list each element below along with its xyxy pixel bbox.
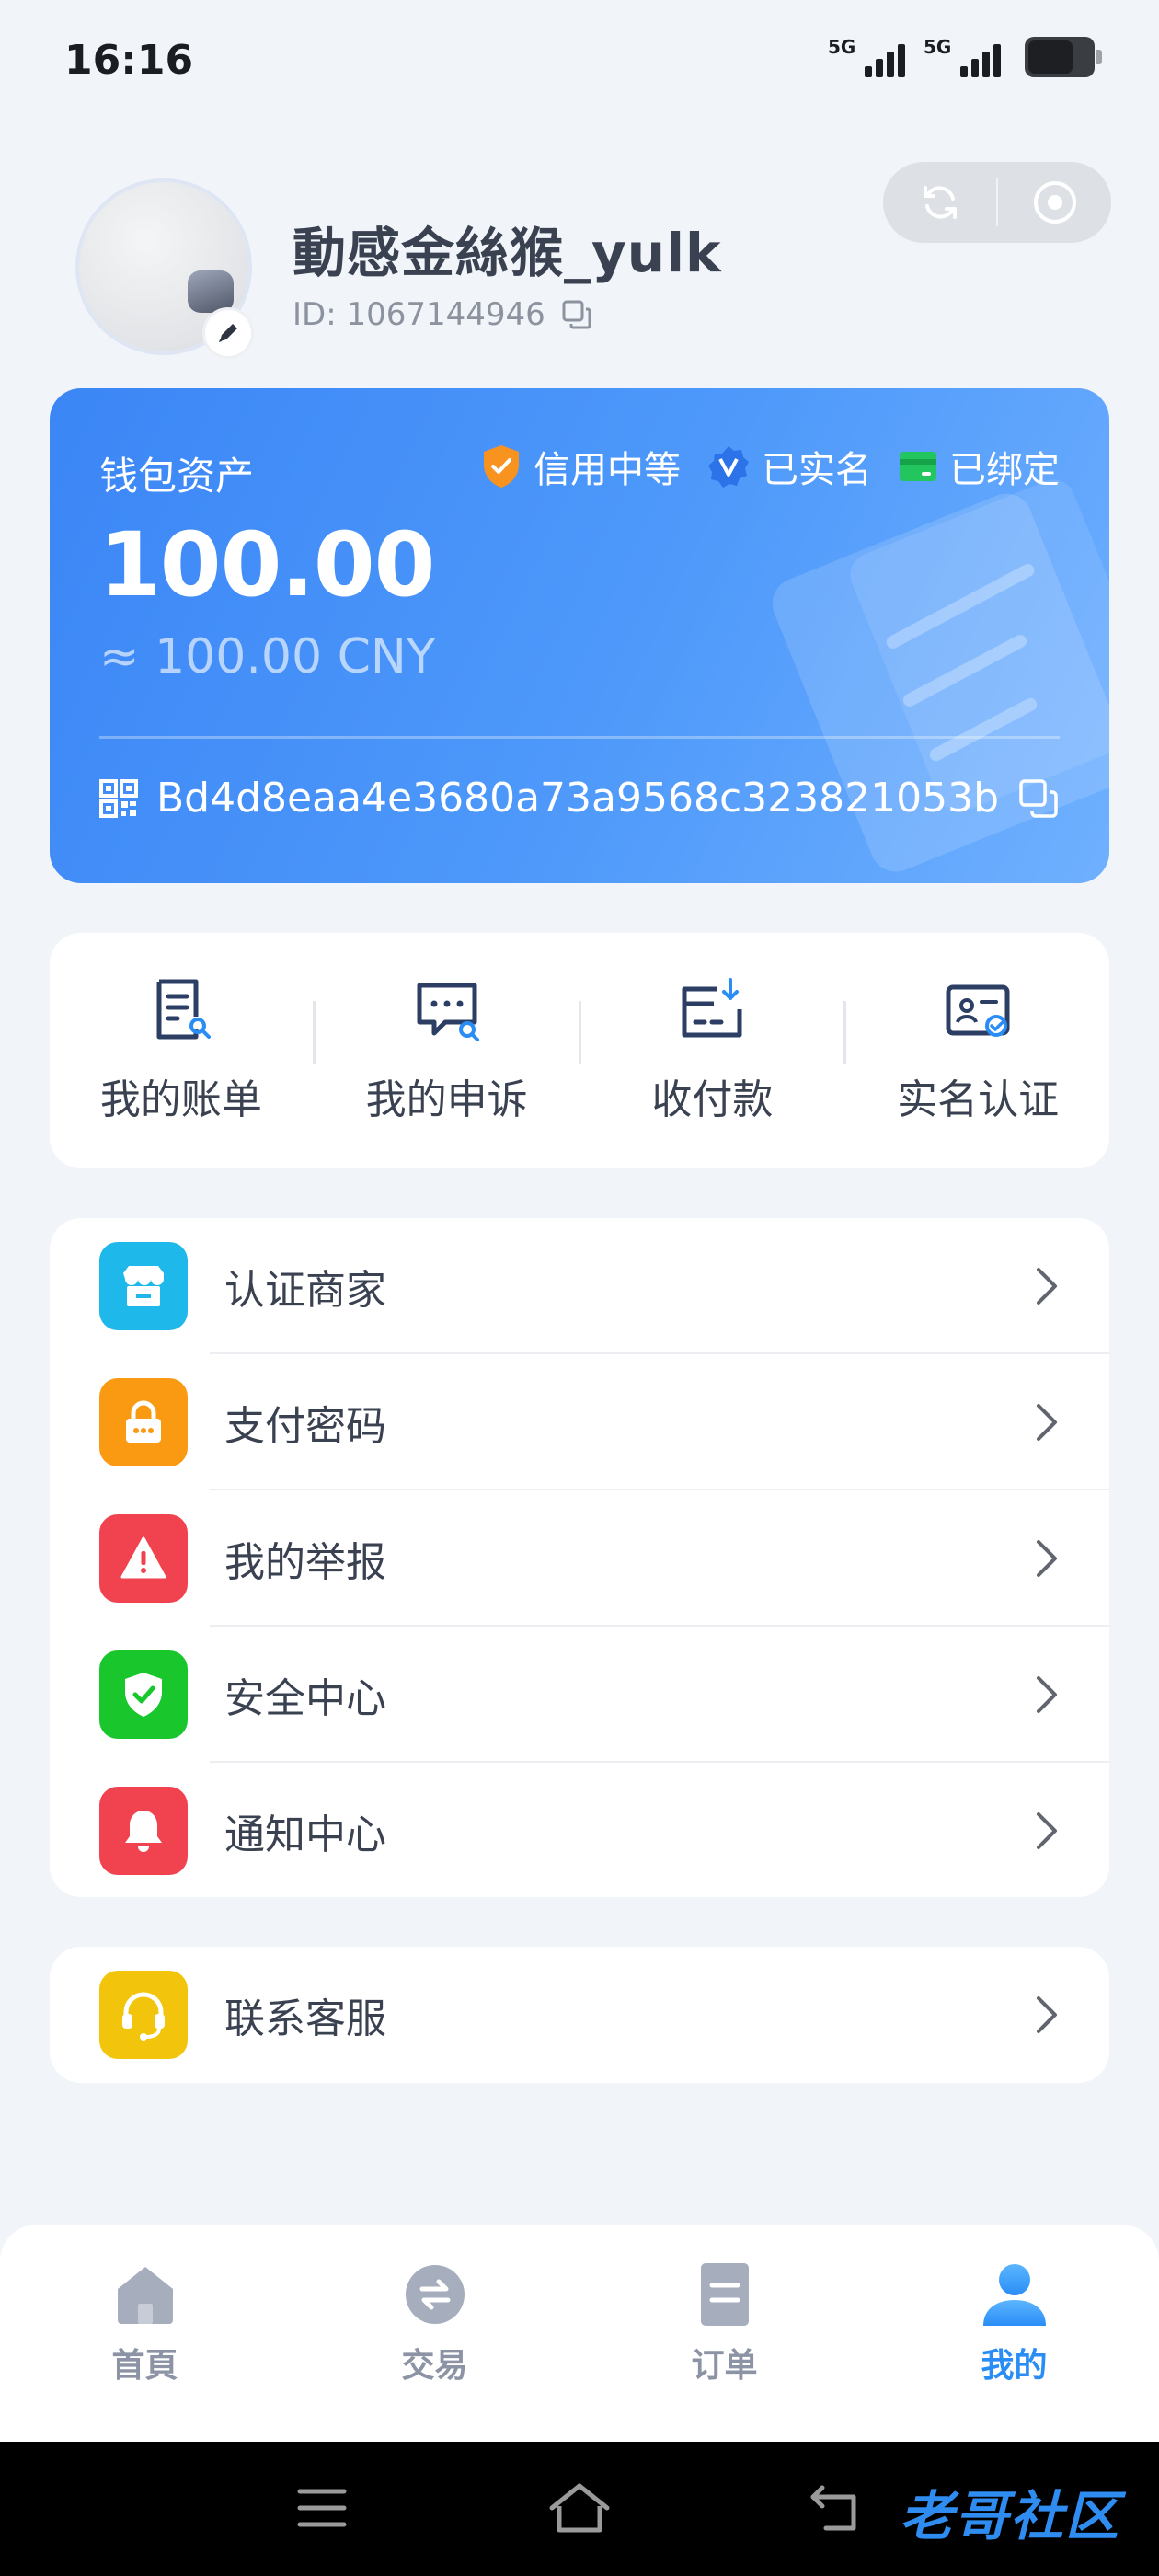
bell-icon (99, 1787, 188, 1875)
edit-avatar-button[interactable] (202, 307, 254, 359)
wallet-address-row: Bd4d8eaa4e3680a73a9568c323821053b (99, 775, 1060, 822)
menu-item-label: 安全中心 (224, 1675, 386, 1722)
refresh-button[interactable] (883, 162, 996, 243)
warning-icon (99, 1514, 188, 1603)
user-id-row: ID: 1067144946 (293, 296, 593, 333)
settings-menu: 认证商家 支付密码 我的举报 安全中心 通知中心 (50, 1218, 1109, 1897)
target-icon (1033, 181, 1076, 224)
copy-icon[interactable] (1017, 777, 1060, 820)
bill-search-icon (156, 979, 211, 1040)
refresh-icon (923, 186, 957, 219)
wallet-amount: 100.00 (99, 513, 435, 616)
quick-action-verification[interactable]: 实名认证 (846, 976, 1109, 1125)
tab-label: 订单 (691, 2347, 758, 2385)
exchange-icon (405, 2265, 465, 2324)
menu-item-label: 支付密码 (224, 1403, 386, 1450)
badge-verified-label: 已实名 (762, 449, 872, 491)
headset-icon (99, 1971, 188, 2059)
user-id: ID: 1067144946 (293, 296, 545, 333)
id-card-check-icon (946, 984, 1010, 1037)
quick-actions: 我的账单 我的申诉 收付款 实名认证 (50, 933, 1109, 1168)
home-button-icon[interactable] (548, 2480, 611, 2536)
signal-icon: 5G (828, 37, 905, 77)
chevron-right-icon (1037, 1268, 1057, 1305)
divider (99, 736, 1060, 739)
menu-item-security[interactable]: 安全中心 (50, 1627, 1109, 1763)
badge-credit[interactable]: 信用中等 (480, 440, 681, 493)
chevron-right-icon (1037, 1676, 1057, 1713)
qr-code-icon[interactable] (99, 778, 138, 818)
shield-check-icon (484, 445, 519, 488)
wallet-card[interactable]: 钱包资产 信用中等 已实名 已绑定 100.00 ≈ 100.00 CNY Bd… (50, 388, 1109, 883)
tab-trade[interactable]: 交易 (290, 2225, 580, 2442)
pencil-icon (219, 324, 237, 342)
tab-home[interactable]: 首頁 (0, 2225, 290, 2442)
wallet-cny-value: ≈ 100.00 CNY (99, 629, 436, 684)
menu-item-reports[interactable]: 我的举报 (50, 1490, 1109, 1627)
battery-icon (1025, 37, 1102, 77)
menu-icon[interactable] (296, 2486, 348, 2530)
badge-credit-label: 信用中等 (534, 449, 681, 491)
quick-action-payments[interactable]: 收付款 (581, 976, 844, 1125)
order-icon (700, 2263, 749, 2326)
close-miniprogram-button[interactable] (998, 162, 1111, 243)
quick-action-bills[interactable]: 我的账单 (50, 976, 313, 1125)
verified-v-icon (708, 446, 749, 488)
chevron-right-icon (1037, 1996, 1057, 2033)
quick-action-appeals[interactable]: 我的申诉 (316, 976, 579, 1125)
lock-icon (99, 1378, 188, 1466)
badge-bound[interactable]: 已绑定 (898, 440, 1060, 493)
wallet-title: 钱包资产 (99, 454, 255, 499)
tab-label: 交易 (401, 2347, 468, 2385)
tab-label: 我的 (981, 2347, 1048, 2385)
user-icon (982, 2264, 1046, 2326)
status-icons: 5G 5G (828, 37, 1102, 77)
card-icon (900, 452, 936, 481)
tab-label: 首頁 (111, 2347, 178, 2385)
status-time: 16:16 (64, 37, 194, 84)
shield-icon (99, 1650, 188, 1739)
tab-orders[interactable]: 订单 (580, 2225, 869, 2442)
quick-action-label: 实名认证 (897, 1076, 1060, 1123)
badge-bound-label: 已绑定 (949, 449, 1060, 491)
chevron-right-icon (1037, 1404, 1057, 1441)
menu-item-label: 联系客服 (224, 1995, 386, 2042)
back-icon[interactable] (809, 2482, 865, 2534)
chevron-right-icon (1037, 1540, 1057, 1577)
nickname: 動感金絲猴_yulk (293, 222, 722, 284)
network-type-1: 5G (828, 36, 856, 58)
menu-item-customer-service[interactable]: 联系客服 (50, 1947, 1109, 2083)
wallet-badges: 信用中等 已实名 已绑定 (480, 440, 1060, 493)
store-icon (99, 1242, 188, 1330)
menu-item-label: 我的举报 (224, 1539, 386, 1586)
capsule-menu (883, 162, 1111, 243)
quick-action-label: 我的申诉 (365, 1076, 528, 1123)
signal-icon: 5G (924, 37, 1001, 77)
watermark-logo: 老哥社区 (900, 2485, 1121, 2547)
wallet-download-icon (682, 978, 742, 1038)
badge-verified[interactable]: 已实名 (706, 440, 872, 493)
appeal-chat-icon (417, 983, 479, 1041)
network-type-2: 5G (924, 36, 952, 58)
menu-item-pay-password[interactable]: 支付密码 (50, 1354, 1109, 1490)
wallet-address: Bd4d8eaa4e3680a73a9568c323821053b (156, 775, 1000, 822)
quick-action-label: 我的账单 (99, 1076, 262, 1123)
menu-item-merchant[interactable]: 认证商家 (50, 1218, 1109, 1354)
menu-item-notifications[interactable]: 通知中心 (50, 1763, 1109, 1899)
copy-icon[interactable] (560, 298, 593, 331)
chevron-right-icon (1037, 1812, 1057, 1849)
bottom-tab-bar: 首頁 交易 订单 我的 (0, 2225, 1159, 2442)
home-icon (117, 2267, 173, 2324)
menu-item-label: 认证商家 (224, 1267, 386, 1314)
tab-mine[interactable]: 我的 (869, 2225, 1159, 2442)
menu-item-label: 通知中心 (224, 1811, 386, 1858)
quick-action-label: 收付款 (651, 1076, 774, 1123)
support-menu: 联系客服 (50, 1947, 1109, 2083)
